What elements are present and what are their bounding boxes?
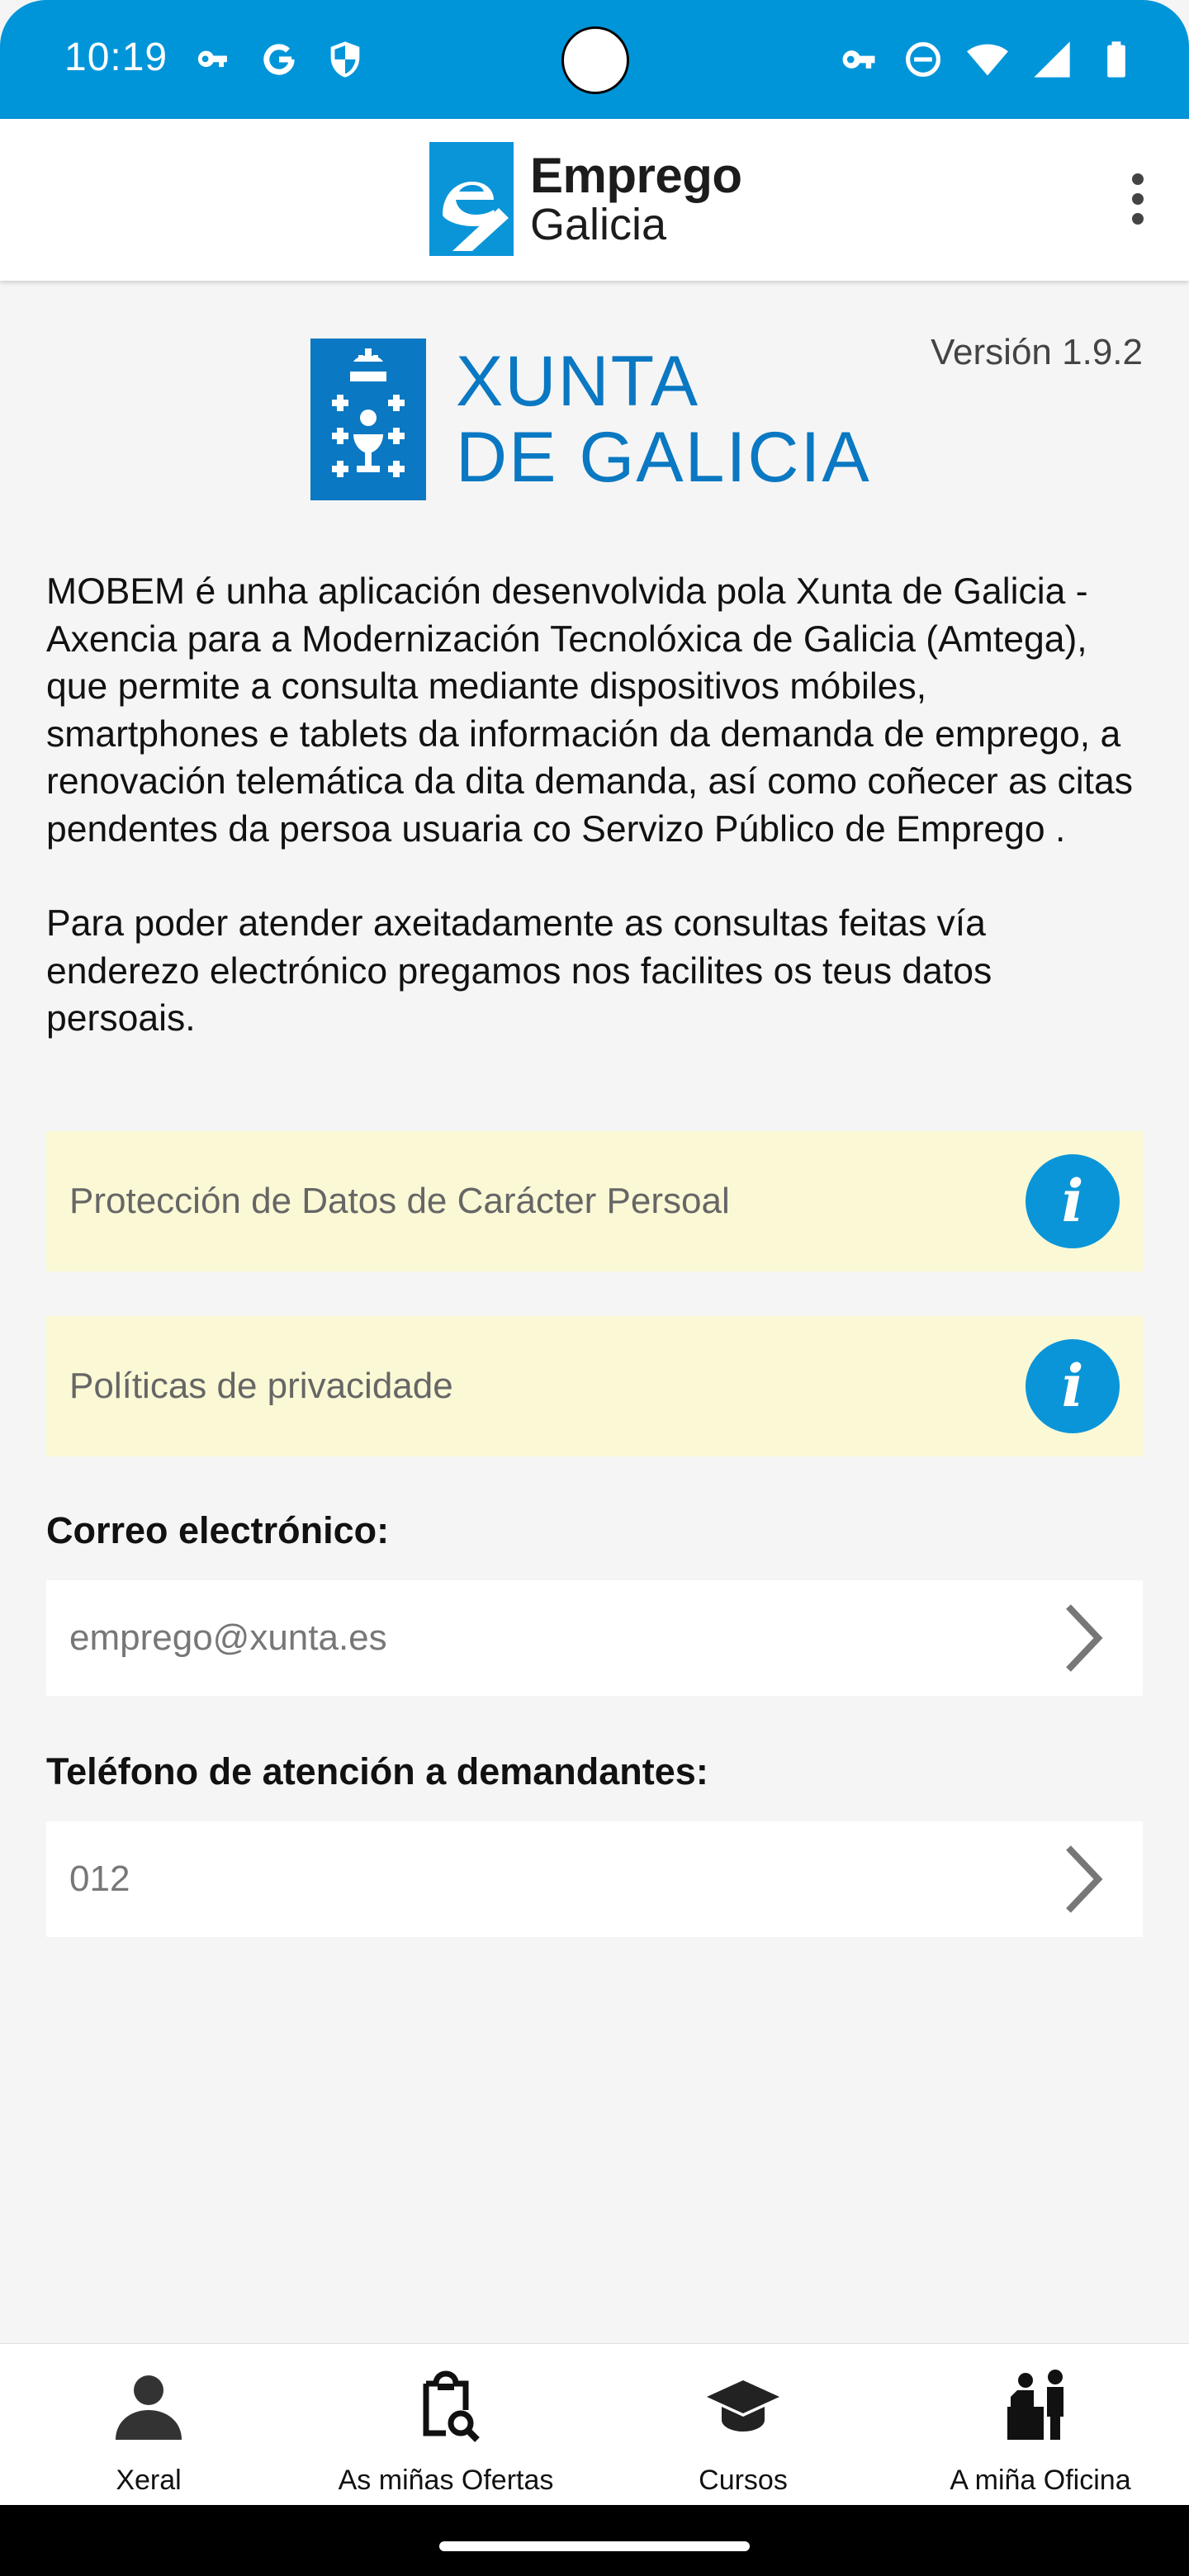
nav-item-cursos[interactable]: Cursos	[594, 2344, 892, 2505]
app-description: MOBEM é unha aplicación desenvolvida pol…	[46, 568, 1144, 1043]
emprego-logo-icon	[429, 142, 514, 256]
battery-icon	[1107, 41, 1125, 78]
nav-label: Cursos	[699, 2465, 788, 2496]
status-left-icons	[192, 38, 367, 81]
version-label: Versión 1.9.2	[931, 332, 1143, 372]
nav-item-ofertas[interactable]: As miñas Ofertas	[297, 2344, 594, 2505]
app-bar: Emprego Galicia	[0, 119, 1189, 281]
person-icon	[116, 2375, 182, 2440]
phone-section-label: Teléfono de atención a demandantes:	[46, 1750, 708, 1792]
shield-icon	[330, 41, 360, 78]
phone-field[interactable]: 012	[46, 1821, 1143, 1937]
xunta-line2: DE GALICIA	[456, 418, 871, 497]
gesture-bar	[0, 2505, 1189, 2576]
xunta-line1: XUNTA	[456, 342, 700, 421]
nav-label: As miñas Ofertas	[338, 2465, 554, 2496]
status-bar: 10:19	[0, 0, 1189, 119]
google-icon	[263, 44, 295, 75]
nav-label: A miña Oficina	[950, 2465, 1131, 2496]
nav-item-xeral[interactable]: Xeral	[0, 2344, 297, 2505]
email-section-label: Correo electrónico:	[46, 1509, 390, 1551]
more-vertical-icon[interactable]	[1130, 173, 1146, 226]
info-icon[interactable]: i	[1026, 1154, 1120, 1248]
signal-icon	[1034, 41, 1070, 78]
status-right-icons	[837, 38, 1138, 81]
email-field[interactable]: emprego@xunta.es	[46, 1580, 1143, 1696]
privacy-policy-label: Políticas de privacidade	[69, 1366, 453, 1406]
clipboard-search-icon	[423, 2370, 480, 2442]
graduation-cap-icon	[707, 2380, 779, 2432]
do-not-disturb-icon	[905, 41, 941, 78]
chevron-right-icon	[1066, 1604, 1103, 1672]
xunta-text: XUNTA DE GALICIA	[456, 346, 871, 493]
vpn-key-icon	[842, 50, 875, 69]
description-paragraph: Para poder atender axeitadamente as cons…	[46, 903, 992, 1039]
phone-value: 012	[69, 1859, 130, 1899]
vpn-key-icon	[197, 50, 227, 68]
xunta-de-galicia-logo: XUNTA DE GALICIA	[310, 339, 871, 500]
privacy-policy-row[interactable]: Políticas de privacidade i	[46, 1316, 1143, 1456]
status-time: 10:19	[64, 36, 168, 79]
data-protection-label: Protección de Datos de Carácter Persoal	[69, 1181, 730, 1221]
brand-subtitle: Galicia	[530, 200, 667, 249]
front-camera	[561, 26, 629, 94]
home-gesture-handle[interactable]	[439, 2541, 750, 2551]
wifi-icon	[967, 44, 1008, 76]
office-desk-icon	[1007, 2370, 1063, 2440]
chevron-right-icon	[1066, 1845, 1103, 1913]
info-icon[interactable]: i	[1026, 1339, 1120, 1433]
description-paragraph: MOBEM é unha aplicación desenvolvida pol…	[46, 571, 1133, 850]
nav-item-oficina[interactable]: A miña Oficina	[892, 2344, 1189, 2505]
emprego-galicia-logo: Emprego Galicia	[429, 142, 742, 256]
brand-text: Emprego Galicia	[530, 148, 742, 249]
nav-label: Xeral	[116, 2465, 182, 2496]
email-value: emprego@xunta.es	[69, 1617, 387, 1658]
xunta-shield-icon	[310, 339, 426, 500]
bottom-navigation: Xeral As miñas Ofertas Cursos A miña Ofi…	[0, 2343, 1189, 2505]
brand-title: Emprego	[530, 148, 742, 203]
data-protection-row[interactable]: Protección de Datos de Carácter Persoal …	[46, 1131, 1143, 1271]
